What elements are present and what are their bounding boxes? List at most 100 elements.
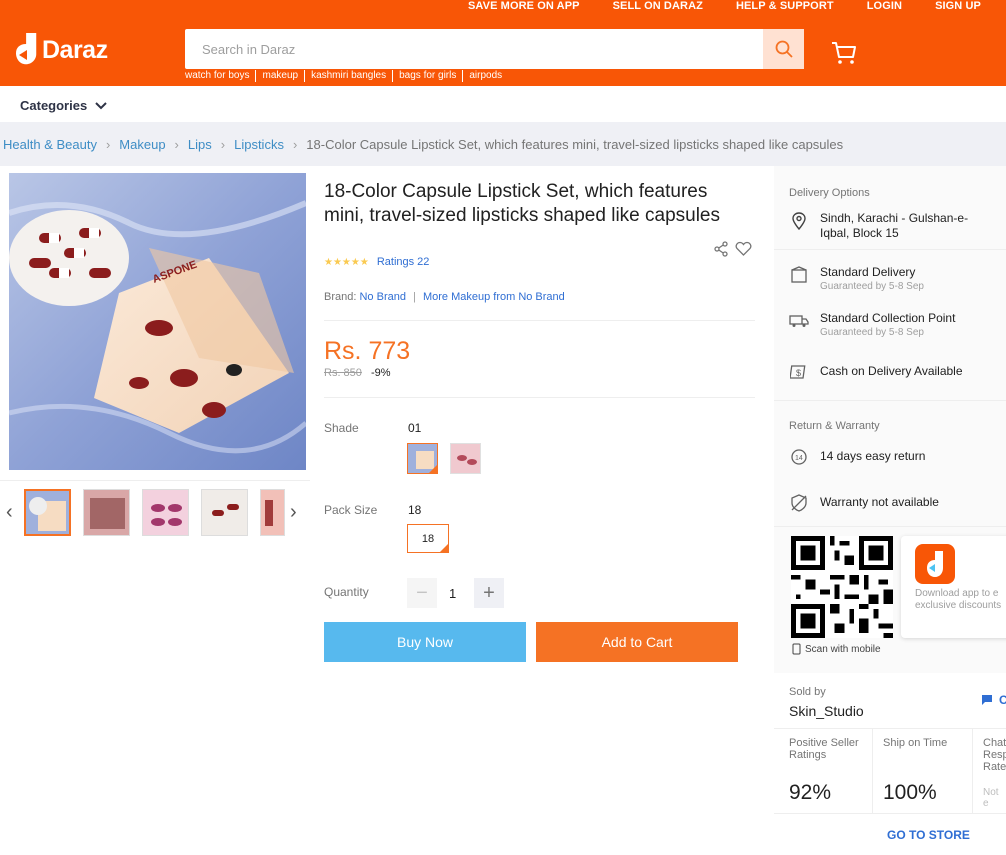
suggestion-link[interactable]: airpods bbox=[462, 70, 508, 82]
standard-delivery-title: Standard Delivery bbox=[820, 265, 916, 279]
chevron-right-icon: › bbox=[105, 137, 111, 152]
breadcrumb: Health & Beauty › Makeup › Lips › Lipsti… bbox=[3, 137, 843, 152]
positive-ratings-stat: Positive Seller Ratings 92% bbox=[775, 729, 873, 813]
quantity-decrease-button[interactable]: − bbox=[407, 578, 437, 608]
stat-label: Ship on Time bbox=[883, 737, 948, 749]
save-more-on-app-link[interactable]: SAVE MORE ON APP bbox=[468, 0, 580, 12]
breadcrumb-bar: Health & Beauty › Makeup › Lips › Lipsti… bbox=[0, 122, 1006, 166]
svg-text:$: $ bbox=[796, 368, 801, 378]
separator: | bbox=[413, 291, 416, 303]
ratings-link[interactable]: Ratings 22 bbox=[377, 256, 430, 268]
category-bar: Categories bbox=[0, 86, 1006, 122]
suggestion-link[interactable]: bags for girls bbox=[392, 70, 462, 82]
ship-on-time-stat: Ship on Time 100% bbox=[869, 729, 973, 813]
search-suggestions: watch for boys makeup kashmiri bangles b… bbox=[185, 70, 508, 82]
signup-link[interactable]: SIGN UP bbox=[935, 0, 981, 12]
thumbnail-3[interactable] bbox=[142, 489, 189, 536]
breadcrumb-makeup[interactable]: Makeup bbox=[119, 137, 165, 152]
warranty-info: Warranty not available bbox=[789, 493, 939, 513]
cash-icon: $ bbox=[789, 362, 809, 382]
search-input[interactable] bbox=[185, 29, 763, 69]
search-icon bbox=[775, 40, 793, 58]
heart-icon[interactable] bbox=[735, 241, 752, 257]
thumbnail-5[interactable] bbox=[260, 489, 285, 536]
seller-name[interactable]: Skin_Studio bbox=[789, 703, 864, 719]
daraz-logo[interactable]: Daraz bbox=[16, 33, 108, 67]
logo-text: Daraz bbox=[42, 35, 108, 64]
delivery-options-heading: Delivery Options bbox=[789, 187, 870, 199]
download-app-line2: exclusive discounts bbox=[915, 600, 1002, 611]
chevron-right-icon: › bbox=[292, 137, 298, 152]
categories-dropdown[interactable]: Categories bbox=[20, 98, 107, 113]
chevron-left-icon[interactable]: ‹ bbox=[6, 501, 13, 524]
thumbnail-strip: ‹ › bbox=[0, 480, 310, 540]
stat-value: Not e bbox=[983, 787, 999, 809]
more-from-brand-link[interactable]: More Makeup from No Brand bbox=[423, 291, 565, 303]
search-bar bbox=[185, 29, 804, 69]
shade-label: Shade bbox=[324, 421, 359, 435]
brand-line: Brand: No Brand | More Makeup from No Br… bbox=[324, 291, 565, 303]
top-links: SAVE MORE ON APP SELL ON DARAZ HELP & SU… bbox=[435, 0, 981, 12]
buy-now-button[interactable]: Buy Now bbox=[324, 622, 526, 662]
return-policy: 14 14 days easy return bbox=[789, 447, 925, 467]
chevron-right-icon[interactable]: › bbox=[290, 501, 297, 524]
share-icon[interactable] bbox=[713, 241, 729, 257]
shield-off-icon bbox=[789, 493, 809, 513]
truck-icon bbox=[789, 311, 809, 331]
product-title: 18-Color Capsule Lipstick Set, which fea… bbox=[324, 181, 720, 226]
breadcrumb-health-beauty[interactable]: Health & Beauty bbox=[3, 137, 97, 152]
quantity-value[interactable]: 1 bbox=[449, 586, 456, 601]
chat-icon bbox=[982, 695, 992, 705]
suggestion-link[interactable]: watch for boys bbox=[185, 70, 255, 82]
thumbnail-1[interactable] bbox=[24, 489, 71, 536]
cart-button[interactable] bbox=[831, 41, 857, 68]
brand-link[interactable]: No Brand bbox=[359, 291, 405, 303]
cart-icon bbox=[832, 42, 856, 64]
stat-value: 92% bbox=[789, 781, 832, 804]
breadcrumb-lips[interactable]: Lips bbox=[188, 137, 212, 152]
login-link[interactable]: LOGIN bbox=[867, 0, 902, 12]
quantity-increase-button[interactable]: + bbox=[474, 578, 504, 608]
scan-label: Scan with mobile bbox=[805, 643, 881, 655]
thumbnail-2[interactable] bbox=[83, 489, 130, 536]
cod-text: Cash on Delivery Available bbox=[820, 364, 963, 378]
chat-response-stat: Chat Response Rate Not e bbox=[969, 729, 1006, 813]
warranty-text: Warranty not available bbox=[820, 495, 939, 509]
chat-button[interactable]: C bbox=[981, 693, 1006, 707]
daraz-logo-icon bbox=[16, 33, 37, 65]
suggestion-link[interactable]: kashmiri bangles bbox=[304, 70, 392, 82]
help-support-link[interactable]: HELP & SUPPORT bbox=[736, 0, 834, 12]
stat-label: Chat Response Rate bbox=[983, 737, 1006, 773]
breadcrumb-lipsticks[interactable]: Lipsticks bbox=[234, 137, 284, 152]
sell-on-daraz-link[interactable]: SELL ON DARAZ bbox=[613, 0, 703, 12]
go-to-store-link[interactable]: GO TO STORE bbox=[887, 828, 970, 842]
delivery-location[interactable]: Sindh, Karachi - Gulshan-e-Iqbal, Block … bbox=[789, 211, 980, 241]
breadcrumb-current: 18-Color Capsule Lipstick Set, which fea… bbox=[306, 137, 844, 152]
collection-point-title: Standard Collection Point bbox=[820, 311, 956, 325]
product-rating: ★★★★★ Ratings 22 bbox=[324, 256, 429, 268]
thumbnail-4[interactable] bbox=[201, 489, 248, 536]
chevron-right-icon: › bbox=[220, 137, 226, 152]
current-price: Rs. 773 bbox=[324, 337, 411, 365]
shade-option-2[interactable] bbox=[450, 443, 481, 474]
top-header: SAVE MORE ON APP SELL ON DARAZ HELP & SU… bbox=[0, 0, 1006, 86]
download-app-card[interactable]: Download app to e exclusive discounts bbox=[901, 536, 1006, 638]
quantity-label: Quantity bbox=[324, 585, 369, 599]
suggestion-link[interactable]: makeup bbox=[255, 70, 304, 82]
share-actions bbox=[713, 241, 752, 257]
product-main-image[interactable]: ASPONE bbox=[9, 173, 306, 470]
return-text: 14 days easy return bbox=[820, 449, 926, 463]
chevron-right-icon: › bbox=[174, 137, 179, 152]
collection-point-date: Guaranteed by 5-8 Sep bbox=[820, 327, 924, 338]
add-to-cart-button[interactable]: Add to Cart bbox=[536, 622, 738, 662]
search-button[interactable] bbox=[763, 29, 804, 69]
qr-code bbox=[791, 536, 893, 638]
shade-option-1[interactable] bbox=[407, 443, 438, 474]
star-rating-icon: ★★★★★ bbox=[324, 256, 369, 268]
divider bbox=[774, 813, 1006, 814]
divider bbox=[774, 526, 1006, 527]
download-app-text: Download app to e exclusive discounts bbox=[915, 588, 1001, 612]
pack-size-option[interactable]: 18 bbox=[407, 524, 449, 553]
stat-value: 100% bbox=[883, 781, 937, 804]
pack-size-label: Pack Size bbox=[324, 503, 378, 517]
